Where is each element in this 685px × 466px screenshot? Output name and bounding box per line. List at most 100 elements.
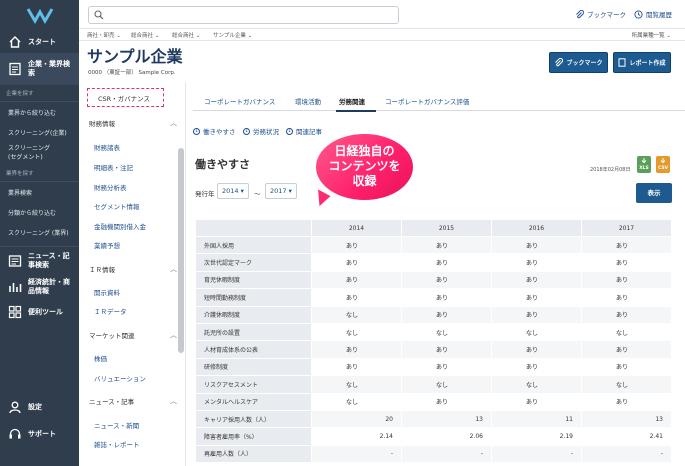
row-label: キャリア採用人数（人） bbox=[195, 409, 312, 429]
anchor-link[interactable]: ↓ 労務状況 bbox=[243, 126, 279, 136]
sidebar-link[interactable]: 雑誌・レポート bbox=[94, 439, 140, 449]
nav-link-screening-industry[interactable]: スクリーニング (業界) bbox=[0, 229, 79, 238]
anchor-link[interactable]: ↓ 関連記事 bbox=[286, 126, 322, 136]
sidebar-link[interactable]: 財務分析表 bbox=[94, 182, 127, 192]
sidebar-link[interactable]: 明細表・注記 bbox=[94, 162, 133, 172]
nav-settings[interactable]: 設定 bbox=[0, 397, 50, 417]
news-icon bbox=[8, 254, 22, 268]
nav-link-category-filter[interactable]: 分類から絞り込む bbox=[0, 209, 79, 218]
nav-company-search[interactable]: 企業・業界検索 bbox=[0, 53, 79, 85]
sidebar-link[interactable]: セグメント情報 bbox=[94, 201, 140, 211]
sidebar-scrollbar[interactable] bbox=[178, 148, 184, 353]
tab-environment[interactable]: 環境活動 bbox=[295, 96, 321, 106]
table-cell: なし bbox=[491, 322, 582, 342]
table-row: 研修制度 あり あり あり あり bbox=[195, 357, 672, 377]
csv-download-button[interactable]: CSV bbox=[656, 156, 670, 173]
row-label: 託児所の設置 bbox=[195, 322, 312, 342]
history-link[interactable]: 閲覧履歴 bbox=[634, 9, 672, 19]
table-cell: - bbox=[311, 444, 402, 464]
breadcrumb-item[interactable]: サンプル企業 ⌄ bbox=[213, 31, 252, 39]
table-row: 外国人採用 あり あり あり あり bbox=[195, 235, 672, 255]
show-button[interactable]: 表示 bbox=[636, 183, 672, 203]
sidebar-link[interactable]: ＩＲデータ bbox=[94, 306, 127, 316]
table-cell: なし bbox=[581, 322, 672, 342]
table-cell: あり bbox=[581, 288, 672, 307]
table-cell: なし bbox=[401, 375, 492, 394]
nav-support[interactable]: サポート bbox=[0, 424, 64, 444]
table-cell: あり bbox=[581, 235, 672, 255]
tab-corporate-governance[interactable]: コーポレートガバナンス bbox=[204, 96, 275, 106]
year-from-select[interactable]: 2014 ▾ bbox=[217, 183, 249, 199]
sidebar-link[interactable]: 金融機関別借入金 bbox=[94, 221, 146, 231]
year-to-select[interactable]: 2017 ▾ bbox=[265, 183, 297, 199]
tab-bar: コーポレートガバナンス 環境活動 労務関連 コーポレートガバナンス評価 bbox=[193, 89, 685, 111]
page-title: サンプル企業 bbox=[87, 47, 183, 66]
ir-section-header[interactable]: ＩＲ情報 ︿ bbox=[89, 264, 177, 274]
anchor-link[interactable]: ↓ 働きやすさ bbox=[193, 126, 236, 136]
table-cell: 13 bbox=[581, 409, 672, 429]
table-cell: あり bbox=[491, 340, 582, 359]
table-row: 短時間勤務制度 あり あり あり あり bbox=[195, 288, 672, 307]
sidebar-link[interactable]: 業績予想 bbox=[94, 240, 120, 250]
chart-icon bbox=[8, 280, 22, 294]
breadcrumb-item[interactable]: 総合商社 ⌄ bbox=[172, 31, 200, 39]
bookmark-link-label: ブックマーク bbox=[587, 11, 626, 19]
table-row: メンタルヘルスケア なし あり あり あり bbox=[195, 392, 672, 411]
table-cell: あり bbox=[491, 270, 582, 290]
nav-tools-label: 便利ツール bbox=[28, 307, 63, 316]
nav-economic-stats-label: 経済統計・商品情報 bbox=[28, 278, 70, 295]
tab-governance-rating[interactable]: コーポレートガバナンス評価 bbox=[385, 96, 469, 106]
report-icon bbox=[618, 58, 626, 67]
update-date: 2018年02月08日 bbox=[590, 167, 631, 173]
sidebar-link[interactable]: 開示資料 bbox=[94, 287, 120, 297]
financial-section-header[interactable]: 財務情報 ︿ bbox=[89, 118, 177, 128]
row-label: 障害者雇用率（%） bbox=[195, 427, 312, 446]
sidebar-link[interactable]: バリュエーション bbox=[94, 373, 146, 383]
sidebar-link[interactable]: 株価 bbox=[94, 353, 107, 363]
nav-start-label: スタート bbox=[28, 37, 56, 46]
industry-list-link[interactable]: 所属業種一覧 ⌄ bbox=[632, 31, 671, 39]
nav-link-screening-company[interactable]: スクリーニング(企業) bbox=[0, 129, 79, 138]
table-cell: 2.19 bbox=[491, 427, 582, 446]
sidebar-link[interactable]: ニュース・新聞 bbox=[94, 420, 139, 430]
table-cell: 2.14 bbox=[311, 427, 402, 446]
market-section-header[interactable]: マーケット関連 ︿ bbox=[89, 330, 177, 340]
table-cell: なし bbox=[311, 392, 402, 411]
chevron-up-icon: ︿ bbox=[170, 331, 177, 339]
report-button[interactable]: レポート作成 bbox=[613, 52, 671, 73]
clock-icon bbox=[634, 9, 643, 19]
table-cell: あり bbox=[581, 305, 672, 324]
breadcrumb-item[interactable]: 総合商社 ⌄ bbox=[131, 31, 159, 39]
row-label: 育児休暇制度 bbox=[195, 270, 312, 290]
nav-news-search[interactable]: ニュース・記事検索 bbox=[0, 249, 79, 273]
table-cell: あり bbox=[401, 392, 492, 411]
top-bar: ブックマーク 閲覧履歴 bbox=[79, 0, 685, 29]
csr-governance-item[interactable]: CSR・ガバナンス bbox=[87, 88, 164, 107]
nav-tools[interactable]: 便利ツール bbox=[0, 301, 79, 323]
nav-link-industry-search[interactable]: 業界検索 bbox=[0, 189, 79, 198]
headset-icon bbox=[8, 427, 22, 441]
bookmark-link[interactable]: ブックマーク bbox=[575, 9, 626, 19]
logo[interactable] bbox=[0, 0, 79, 29]
bookmark-button[interactable]: ブックマーク bbox=[549, 52, 608, 73]
sidebar-link[interactable]: 財務諸表 bbox=[94, 142, 120, 152]
nav-start[interactable]: スタート bbox=[0, 31, 79, 53]
nav-link-screening-segment[interactable]: スクリーニング(セグメント) bbox=[0, 144, 62, 162]
breadcrumb-item[interactable]: 商社・卸売 ⌄ bbox=[87, 31, 121, 39]
xls-download-button[interactable]: XLS bbox=[637, 156, 651, 173]
row-label: 介護休暇制度 bbox=[195, 305, 312, 324]
search-input[interactable] bbox=[88, 6, 399, 24]
table-cell: あり bbox=[401, 235, 492, 255]
home-icon bbox=[8, 35, 22, 49]
nav-link-industry-filter[interactable]: 業界から絞り込む bbox=[0, 109, 79, 118]
user-icon bbox=[8, 400, 22, 414]
tab-labor[interactable]: 労務関連 bbox=[339, 96, 365, 106]
table-cell: あり bbox=[581, 392, 672, 411]
news-section-header[interactable]: ニュース・記事 ︿ bbox=[89, 396, 177, 406]
table-body: 外国人採用 あり あり あり あり 次世代認定マーク あり あり あり あり 育児休暇制度 あり ありあ… bbox=[195, 235, 672, 464]
range-separator: 〜 bbox=[254, 190, 261, 198]
table-cell: なし bbox=[491, 375, 582, 394]
table-row: リスクアセスメント なし なし なし なし bbox=[195, 375, 672, 394]
row-label: 再雇用人数（人） bbox=[195, 444, 312, 464]
nav-economic-stats[interactable]: 経済統計・商品情報 bbox=[0, 273, 79, 301]
